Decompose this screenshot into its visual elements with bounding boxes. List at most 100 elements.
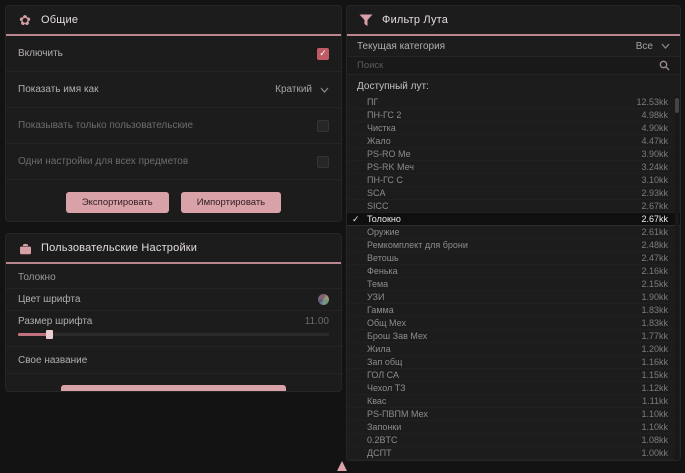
chevron-down-icon xyxy=(320,87,329,93)
font-size-slider[interactable] xyxy=(18,333,329,336)
show-name-row: Показать имя как Краткий xyxy=(6,72,341,108)
item-value: 1.77kk xyxy=(641,331,668,341)
only-custom-label: Показывать только пользовательские xyxy=(18,120,193,131)
list-item[interactable]: ✓ Фенька 2.16kk xyxy=(347,265,680,278)
list-item[interactable]: ✓ SICC 2.67kk xyxy=(347,200,680,213)
search-icon[interactable] xyxy=(659,60,670,71)
list-item[interactable]: ✓ Чистка 4.90kk xyxy=(347,122,680,135)
list-item[interactable]: ✓ ПН-ГС С 3.10kk xyxy=(347,174,680,187)
general-settings-panel: ✿ Общие Включить ✓ Показать имя как Крат… xyxy=(5,5,342,222)
import-button[interactable]: Импортировать xyxy=(181,192,281,213)
list-item[interactable]: ✓ ПН-ГС 2 4.98kk xyxy=(347,109,680,122)
item-value: 1.12kk xyxy=(641,383,668,393)
list-item[interactable]: ✓ Запонки 1.10kk xyxy=(347,421,680,434)
list-item[interactable]: ✓ Ремкомплект для брони 2.48kk xyxy=(347,239,680,252)
list-item[interactable]: ✓ PS-ПВПМ Мех 1.10kk xyxy=(347,408,680,421)
item-name: Ветошь xyxy=(367,253,399,263)
list-item[interactable]: ✓ ГОЛ СА 1.15kk xyxy=(347,369,680,382)
item-value: 4.98kk xyxy=(641,110,668,120)
list-item[interactable]: ✓ Жила 1.20kk xyxy=(347,343,680,356)
custom-name-label: Свое название xyxy=(18,355,87,366)
delete-button[interactable]: Удалить xyxy=(61,385,286,392)
item-name: PS-ПВПМ Мех xyxy=(367,409,428,419)
item-value: 2.93kk xyxy=(641,188,668,198)
custom-panel-header: Пользовательские Настройки xyxy=(6,234,341,264)
item-value: 2.15kk xyxy=(641,279,668,289)
item-value: 4.90kk xyxy=(641,123,668,133)
item-name: PS-RK Меч xyxy=(367,162,414,172)
item-value: 2.67kk xyxy=(641,214,668,224)
general-panel-title: Общие xyxy=(41,14,78,26)
gear-icon: ✿ xyxy=(18,13,32,27)
font-size-block: Размер шрифта 11.00 xyxy=(6,310,341,346)
item-name: ПН-ГС С xyxy=(367,175,403,185)
list-item[interactable]: ✓ 0.2BTC 1.08kk xyxy=(347,434,680,447)
list-item[interactable]: ✓ Гамма 1.83kk xyxy=(347,304,680,317)
checkmark-icon: ✓ xyxy=(319,48,327,59)
custom-name-input[interactable] xyxy=(97,352,329,368)
enable-row: Включить ✓ xyxy=(6,36,341,72)
item-value: 3.90kk xyxy=(641,149,668,159)
item-value: 1.15kk xyxy=(641,370,668,380)
list-item[interactable]: ✓ Жало 4.47kk xyxy=(347,135,680,148)
show-name-select[interactable]: Краткий xyxy=(275,84,329,95)
delete-row: Удалить xyxy=(6,374,341,392)
scrollbar[interactable] xyxy=(675,96,679,460)
item-name: SICC xyxy=(367,201,389,211)
list-item[interactable]: ✓ SCA 2.93kk xyxy=(347,187,680,200)
item-name: 0.2BTC xyxy=(367,435,398,445)
chevron-down-icon xyxy=(661,43,670,49)
list-item[interactable]: ✓ PS-RO Ме 3.90kk xyxy=(347,148,680,161)
export-button[interactable]: Экспортировать xyxy=(66,192,169,213)
scrollbar-thumb[interactable] xyxy=(675,98,679,113)
selected-checkmark-icon: ✓ xyxy=(352,214,360,225)
list-item[interactable]: ✓ Тема 2.15kk xyxy=(347,278,680,291)
list-item[interactable]: ✓ ДСПТ 1.00kk xyxy=(347,447,680,460)
item-value: 12.53kk xyxy=(636,97,668,107)
slider-fill xyxy=(18,333,49,336)
list-item[interactable]: ✓ ПГ 12.53kk xyxy=(347,96,680,109)
list-item[interactable]: ✓ УЗИ 1.90kk xyxy=(347,291,680,304)
category-row: Текущая категория Все xyxy=(347,36,680,57)
available-loot-label: Доступный лут: xyxy=(347,75,680,96)
slider-thumb[interactable] xyxy=(46,330,53,339)
list-item[interactable]: ✓ Толокно 2.67kk xyxy=(347,213,680,226)
same-settings-checkbox[interactable]: ✓ xyxy=(317,156,329,168)
list-item[interactable]: ✓ Брош Зав Мех 1.77kk xyxy=(347,330,680,343)
backpack-icon xyxy=(18,241,32,255)
list-item[interactable]: ✓ Общ Мех 1.83kk xyxy=(347,317,680,330)
list-item[interactable]: ✓ Оружие 2.61kk xyxy=(347,226,680,239)
item-value: 1.20kk xyxy=(641,344,668,354)
item-name: УЗИ xyxy=(367,292,384,302)
item-name: ДСПТ xyxy=(367,448,392,458)
item-name: Толокно xyxy=(367,214,401,224)
list-item[interactable]: ✓ Квас 1.11kk xyxy=(347,395,680,408)
item-name: Тема xyxy=(367,279,388,289)
item-name: Гамма xyxy=(367,305,394,315)
show-name-label: Показать имя как xyxy=(18,84,98,95)
item-value: 3.24kk xyxy=(641,162,668,172)
item-name: Жало xyxy=(367,136,391,146)
font-color-label: Цвет шрифта xyxy=(18,294,80,305)
item-name: ПГ xyxy=(367,97,378,107)
search-row[interactable]: Поиск xyxy=(347,57,680,75)
list-item[interactable]: ✓ Зап общ 1.16kk xyxy=(347,356,680,369)
item-value: 3.10kk xyxy=(641,175,668,185)
color-wheel-icon[interactable] xyxy=(318,294,329,305)
only-custom-checkbox[interactable]: ✓ xyxy=(317,120,329,132)
item-value: 2.48kk xyxy=(641,240,668,250)
list-item[interactable]: ✓ Чехол ТЗ 1.12kk xyxy=(347,382,680,395)
item-value: 1.16kk xyxy=(641,357,668,367)
enable-checkbox[interactable]: ✓ xyxy=(317,48,329,60)
category-value: Все xyxy=(636,41,653,52)
search-input[interactable]: Поиск xyxy=(357,60,383,71)
item-name: Брош Зав Мех xyxy=(367,331,427,341)
list-item[interactable]: ✓ Ветошь 2.47kk xyxy=(347,252,680,265)
only-custom-row: Показывать только пользовательские ✓ xyxy=(6,108,341,144)
list-item[interactable]: ✓ PS-RK Меч 3.24kk xyxy=(347,161,680,174)
item-name: Чехол ТЗ xyxy=(367,383,406,393)
same-settings-row: Одни настройки для всех предметов ✓ xyxy=(6,144,341,180)
funnel-icon xyxy=(359,13,373,27)
category-select[interactable]: Все xyxy=(636,41,670,52)
item-name: Фенька xyxy=(367,266,398,276)
